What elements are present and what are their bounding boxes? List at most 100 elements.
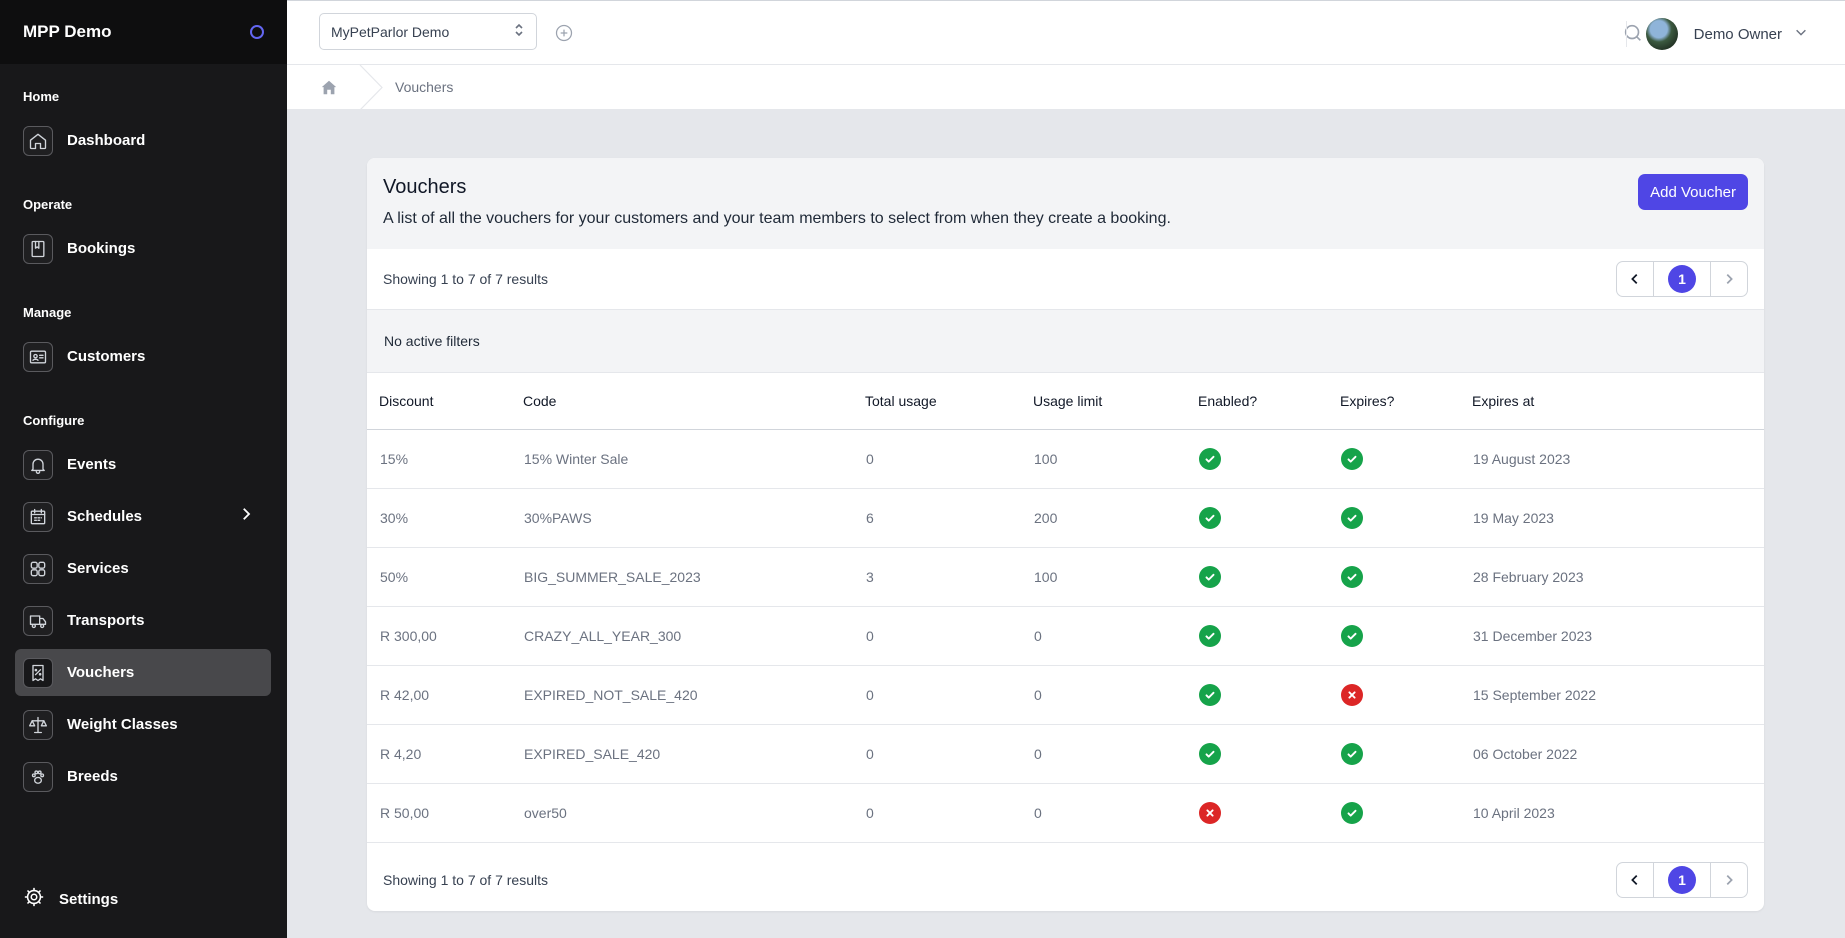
add-voucher-button[interactable]: Add Voucher — [1638, 174, 1748, 210]
table-row[interactable]: 15% 15% Winter Sale 0 100 19 August 2023 — [367, 429, 1764, 489]
previous-page-button[interactable] — [1617, 863, 1653, 897]
sidebar-item-breeds[interactable]: Breeds — [15, 753, 271, 800]
enabled-cell — [1186, 606, 1328, 666]
sidebar-item-events[interactable]: Events — [15, 441, 271, 488]
nav-section-manage: Manage — [23, 305, 72, 320]
column-header-usage-limit[interactable]: Usage limit — [1021, 373, 1186, 430]
expires-cell — [1328, 606, 1460, 666]
usage-limit-cell: 0 — [1021, 665, 1186, 725]
top-bar: MyPetParlor Demo Demo Owner — [287, 0, 1845, 65]
x-circle-icon — [1341, 683, 1363, 706]
sidebar-item-services[interactable]: Services — [15, 545, 271, 592]
current-page: 1 — [1668, 265, 1696, 293]
sidebar-item-schedules[interactable]: Schedules — [15, 493, 271, 540]
sidebar-item-label: Transports — [67, 612, 145, 629]
usage-limit-cell: 200 — [1021, 488, 1186, 548]
sidebar-item-label: Events — [67, 456, 117, 473]
user-menu[interactable]: Demo Owner — [1645, 18, 1808, 50]
results-count: Showing 1 to 7 of 7 results — [383, 271, 548, 287]
total-usage-cell: 0 — [853, 606, 1021, 666]
expires-at-cell: 31 December 2023 — [1460, 606, 1764, 666]
check-circle-icon — [1341, 624, 1363, 647]
column-header-expires-at[interactable]: Expires at — [1460, 373, 1764, 430]
usage-limit-cell: 100 — [1021, 547, 1186, 607]
check-circle-icon — [1341, 506, 1363, 529]
expires-at-cell: 15 September 2022 — [1460, 665, 1764, 725]
sidebar-item-customers[interactable]: Customers — [15, 333, 271, 380]
sidebar-item-label: Dashboard — [67, 132, 146, 149]
breadcrumb-separator — [359, 64, 383, 115]
expires-cell — [1328, 665, 1460, 725]
paw-icon — [23, 761, 53, 792]
code-cell: 15% Winter Sale — [511, 429, 853, 489]
nav-section-operate: Operate — [23, 197, 73, 212]
sidebar-item-weight-classes[interactable]: Weight Classes — [15, 701, 271, 748]
current-page: 1 — [1668, 865, 1696, 894]
sidebar-item-settings[interactable]: Settings — [23, 886, 118, 913]
calendar-icon — [23, 501, 53, 532]
code-cell: CRAZY_ALL_YEAR_300 — [511, 606, 853, 666]
column-header-enabled[interactable]: Enabled? — [1186, 373, 1328, 430]
chevron-right-icon[interactable] — [237, 505, 255, 528]
bell-icon — [23, 449, 53, 480]
sidebar-item-label: Services — [67, 560, 129, 577]
sidebar-item-bookings[interactable]: Bookings — [15, 225, 271, 272]
pager: 1 — [1616, 261, 1748, 297]
expires-at-cell: 19 May 2023 — [1460, 488, 1764, 548]
breadcrumb-current[interactable]: Vouchers — [395, 79, 453, 95]
filters-bar: No active filters — [367, 310, 1764, 373]
check-circle-icon — [1199, 506, 1221, 529]
total-usage-cell: 6 — [853, 488, 1021, 548]
enabled-cell — [1186, 665, 1328, 725]
check-circle-icon — [1199, 683, 1221, 706]
organization-select[interactable]: MyPetParlor Demo — [319, 13, 537, 50]
sidebar-item-transports[interactable]: Transports — [15, 597, 271, 644]
chevron-down-icon — [1794, 25, 1808, 44]
usage-limit-cell: 100 — [1021, 429, 1186, 489]
table-row[interactable]: R 4,20 EXPIRED_SALE_420 0 0 06 October 2022 — [367, 724, 1764, 784]
table-row[interactable]: R 42,00 EXPIRED_NOT_SALE_420 0 0 15 Septembe… — [367, 665, 1764, 725]
column-header-code[interactable]: Code — [511, 373, 853, 430]
total-usage-cell: 0 — [853, 665, 1021, 725]
enabled-cell — [1186, 547, 1328, 607]
check-circle-icon — [1341, 447, 1363, 470]
code-cell: BIG_SUMMER_SALE_2023 — [511, 547, 853, 607]
page-title: Vouchers — [383, 176, 467, 198]
sidebar-item-label: Weight Classes — [67, 716, 178, 733]
grid-icon — [23, 553, 53, 584]
table-row[interactable]: R 300,00 CRAZY_ALL_YEAR_300 0 0 31 December … — [367, 606, 1764, 666]
vouchers-table: Discount Code Total usage Usage limit En… — [367, 373, 1764, 843]
column-header-expires[interactable]: Expires? — [1328, 373, 1460, 430]
discount-cell: 50% — [367, 547, 511, 607]
sidebar-item-dashboard[interactable]: Dashboard — [15, 117, 271, 164]
divider — [1626, 21, 1627, 47]
code-cell: over50 — [511, 783, 853, 843]
table-row[interactable]: 30% 30%PAWS 6 200 19 May 2023 — [367, 488, 1764, 548]
check-circle-icon — [1341, 742, 1363, 765]
expires-at-cell: 19 August 2023 — [1460, 429, 1764, 489]
code-cell: 30%PAWS — [511, 488, 853, 548]
truck-icon — [23, 605, 53, 636]
table-row[interactable]: R 50,00 over50 0 0 10 April 2023 — [367, 783, 1764, 843]
home-icon[interactable] — [320, 79, 338, 102]
vouchers-card: Vouchers A list of all the vouchers for … — [367, 158, 1764, 911]
pagination-bottom: Showing 1 to 7 of 7 results 1 — [367, 843, 1764, 912]
page-description: A list of all the vouchers for your cust… — [383, 210, 1171, 227]
next-page-button[interactable] — [1711, 863, 1747, 897]
expires-cell — [1328, 429, 1460, 489]
column-header-discount[interactable]: Discount — [367, 373, 511, 430]
next-page-button[interactable] — [1711, 262, 1747, 296]
sidebar-item-vouchers[interactable]: Vouchers — [15, 649, 271, 696]
enabled-cell — [1186, 488, 1328, 548]
previous-page-button[interactable] — [1617, 262, 1653, 296]
add-circle-icon[interactable] — [554, 23, 574, 43]
total-usage-cell: 0 — [853, 783, 1021, 843]
page-number-button[interactable]: 1 — [1653, 262, 1711, 296]
check-circle-icon — [1199, 565, 1221, 588]
sidebar-item-label: Vouchers — [67, 664, 135, 681]
page-number-button[interactable]: 1 — [1653, 862, 1711, 897]
column-header-total-usage[interactable]: Total usage — [853, 373, 1021, 430]
enabled-cell — [1186, 783, 1328, 843]
nav-section-configure: Configure — [23, 413, 85, 428]
table-row[interactable]: 50% BIG_SUMMER_SALE_2023 3 100 28 February 2… — [367, 547, 1764, 607]
